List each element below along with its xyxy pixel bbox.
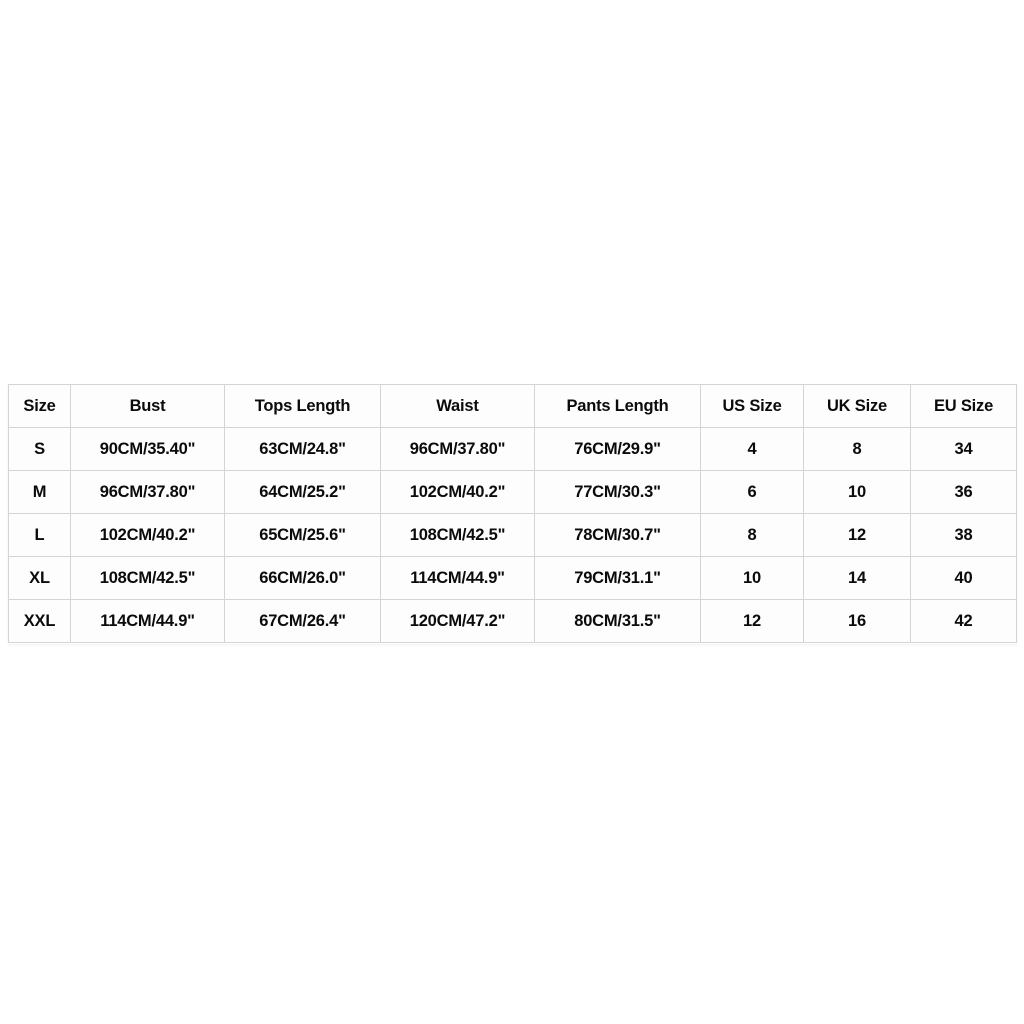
cell-uk-size: 12 bbox=[803, 513, 911, 557]
cell-uk-size: 14 bbox=[803, 556, 911, 600]
size-chart-body: S 90CM/35.40" 63CM/24.8" 96CM/37.80" 76C… bbox=[8, 427, 1017, 643]
cell-waist: 114CM/44.9" bbox=[380, 556, 535, 600]
cell-pants-length: 76CM/29.9" bbox=[534, 427, 701, 471]
column-header-pants-length: Pants Length bbox=[534, 384, 701, 428]
cell-bust: 114CM/44.9" bbox=[70, 599, 225, 643]
table-row: XXL 114CM/44.9" 67CM/26.4" 120CM/47.2" 8… bbox=[8, 599, 1017, 643]
table-row: L 102CM/40.2" 65CM/25.6" 108CM/42.5" 78C… bbox=[8, 513, 1017, 557]
cell-pants-length: 80CM/31.5" bbox=[534, 599, 701, 643]
cell-eu-size: 36 bbox=[910, 470, 1017, 514]
column-header-eu-size: EU Size bbox=[910, 384, 1017, 428]
cell-bust: 102CM/40.2" bbox=[70, 513, 225, 557]
table-row: XL 108CM/42.5" 66CM/26.0" 114CM/44.9" 79… bbox=[8, 556, 1017, 600]
cell-size: XXL bbox=[8, 599, 71, 643]
table-row: M 96CM/37.80" 64CM/25.2" 102CM/40.2" 77C… bbox=[8, 470, 1017, 514]
cell-eu-size: 42 bbox=[910, 599, 1017, 643]
cell-pants-length: 78CM/30.7" bbox=[534, 513, 701, 557]
cell-us-size: 12 bbox=[700, 599, 804, 643]
column-header-uk-size: UK Size bbox=[803, 384, 911, 428]
cell-tops-length: 66CM/26.0" bbox=[224, 556, 381, 600]
cell-tops-length: 65CM/25.6" bbox=[224, 513, 381, 557]
cell-waist: 120CM/47.2" bbox=[380, 599, 535, 643]
cell-uk-size: 16 bbox=[803, 599, 911, 643]
cell-eu-size: 38 bbox=[910, 513, 1017, 557]
column-header-tops-length: Tops Length bbox=[224, 384, 381, 428]
cell-bust: 96CM/37.80" bbox=[70, 470, 225, 514]
column-header-us-size: US Size bbox=[700, 384, 804, 428]
cell-size: S bbox=[8, 427, 71, 471]
page-root: Size Bust Tops Length Waist Pants Length… bbox=[0, 0, 1024, 1024]
cell-pants-length: 79CM/31.1" bbox=[534, 556, 701, 600]
column-header-size: Size bbox=[8, 384, 71, 428]
table-header-row: Size Bust Tops Length Waist Pants Length… bbox=[8, 384, 1017, 428]
cell-us-size: 8 bbox=[700, 513, 804, 557]
cell-tops-length: 63CM/24.8" bbox=[224, 427, 381, 471]
cell-waist: 96CM/37.80" bbox=[380, 427, 535, 471]
cell-tops-length: 67CM/26.4" bbox=[224, 599, 381, 643]
cell-eu-size: 34 bbox=[910, 427, 1017, 471]
cell-tops-length: 64CM/25.2" bbox=[224, 470, 381, 514]
size-chart-table: Size Bust Tops Length Waist Pants Length… bbox=[8, 384, 1017, 643]
cell-size: L bbox=[8, 513, 71, 557]
size-chart-header: Size Bust Tops Length Waist Pants Length… bbox=[8, 384, 1017, 428]
cell-size: M bbox=[8, 470, 71, 514]
cell-size: XL bbox=[8, 556, 71, 600]
column-header-bust: Bust bbox=[70, 384, 225, 428]
cell-us-size: 4 bbox=[700, 427, 804, 471]
cell-eu-size: 40 bbox=[910, 556, 1017, 600]
cell-waist: 102CM/40.2" bbox=[380, 470, 535, 514]
cell-us-size: 10 bbox=[700, 556, 804, 600]
cell-pants-length: 77CM/30.3" bbox=[534, 470, 701, 514]
cell-us-size: 6 bbox=[700, 470, 804, 514]
table-row: S 90CM/35.40" 63CM/24.8" 96CM/37.80" 76C… bbox=[8, 427, 1017, 471]
cell-bust: 90CM/35.40" bbox=[70, 427, 225, 471]
cell-bust: 108CM/42.5" bbox=[70, 556, 225, 600]
cell-uk-size: 8 bbox=[803, 427, 911, 471]
cell-uk-size: 10 bbox=[803, 470, 911, 514]
cell-waist: 108CM/42.5" bbox=[380, 513, 535, 557]
size-chart-container: Size Bust Tops Length Waist Pants Length… bbox=[8, 384, 1017, 643]
column-header-waist: Waist bbox=[380, 384, 535, 428]
